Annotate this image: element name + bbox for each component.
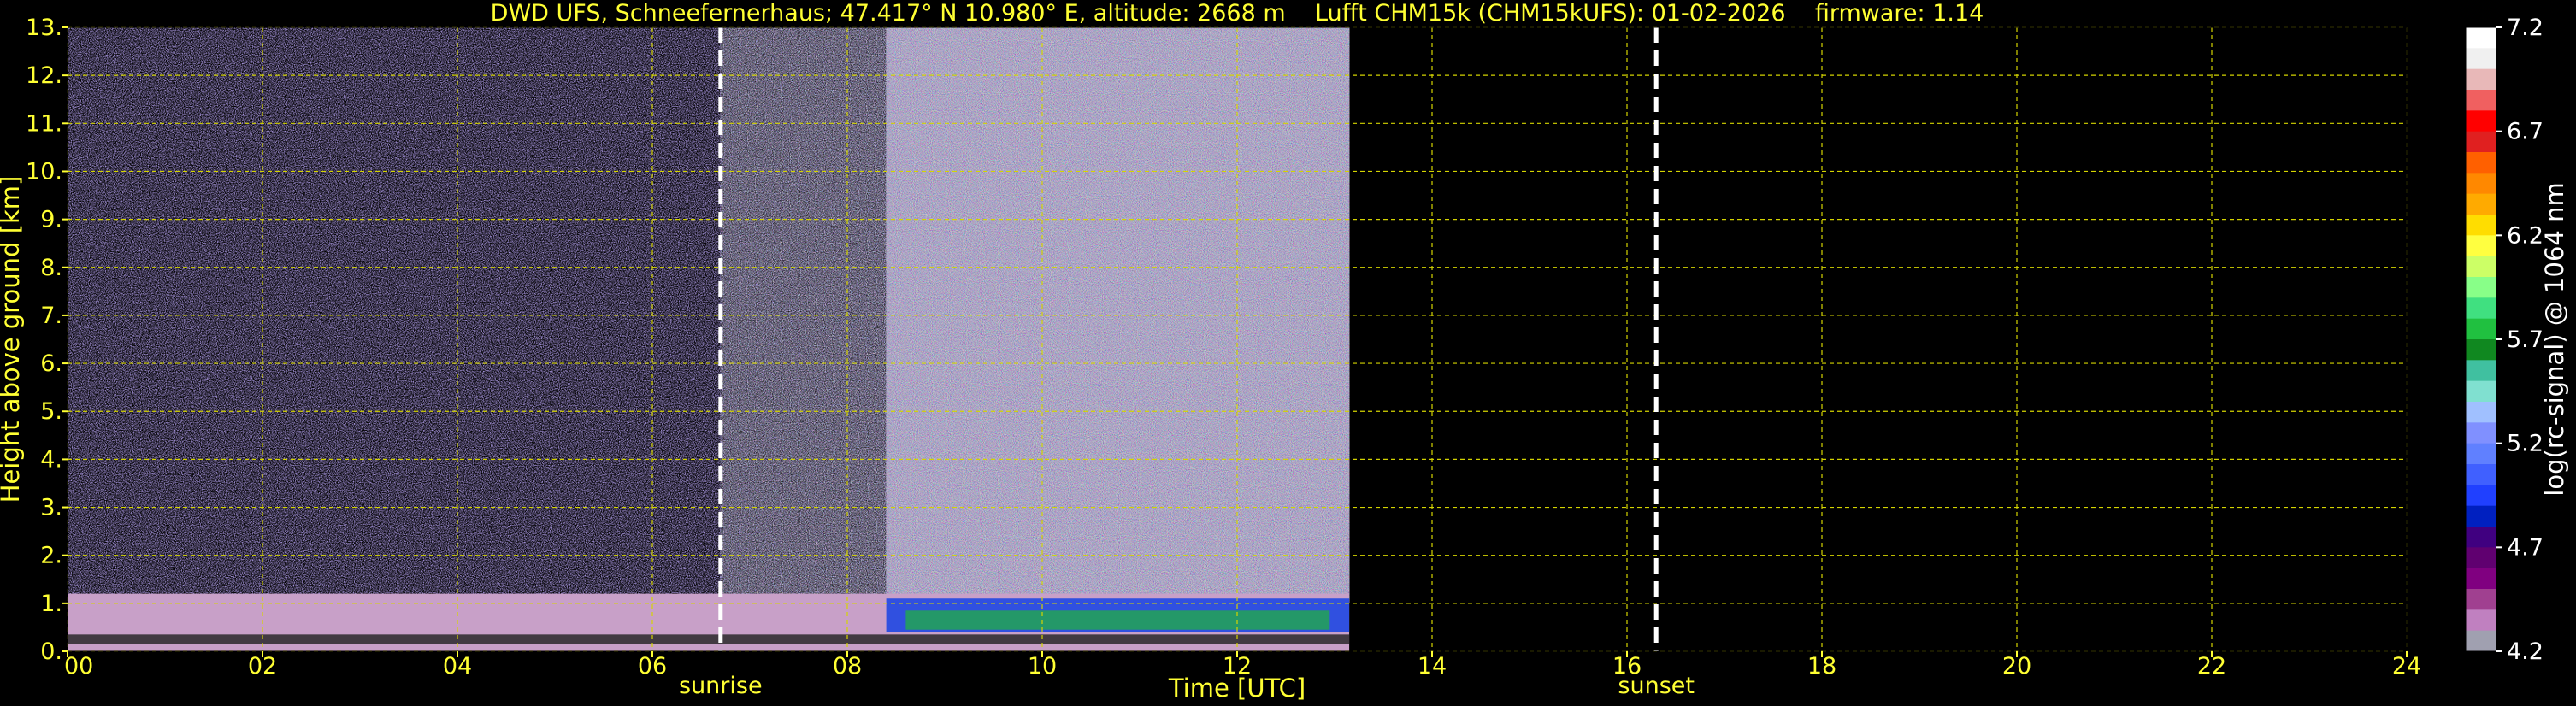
colorbar-segment xyxy=(2466,609,2496,632)
y-tick-label: 5. xyxy=(40,398,62,425)
y-axis-ticks: 0. 1. 2. 3. 4. 5. 6. 7. 8. 9. 10. 11. 12. 13. xyxy=(26,15,68,665)
colorbar-tick-label: 7.2 xyxy=(2507,15,2544,41)
y-tick-label: 1. xyxy=(40,591,62,617)
x-tick-label: 14 xyxy=(1418,653,1447,680)
colorbar-segment xyxy=(2466,402,2496,423)
chart-title: DWD UFS, Schneefernerhaus; 47.417° N 10.… xyxy=(491,0,1984,26)
x-tick-label: 18 xyxy=(1807,653,1836,680)
colorbar-tick-label: 6.7 xyxy=(2507,119,2544,145)
ceilometer-chart: sunrise sunset 00 02 04 06 08 10 12 14 16 18 20 22 24… xyxy=(0,0,2569,703)
ground-strip xyxy=(68,634,1350,644)
y-tick-label: 2. xyxy=(40,543,62,569)
colorbar-segment xyxy=(2466,110,2496,132)
colorbar-segment xyxy=(2466,193,2496,215)
x-tick-label: 16 xyxy=(1612,653,1642,680)
y-axis-label: Height above ground [km] xyxy=(0,176,25,503)
x-tick-label: 00 xyxy=(64,653,93,680)
y-tick-label: 8. xyxy=(40,255,62,281)
y-tick-label: 13. xyxy=(26,15,62,41)
colorbar-segment xyxy=(2466,380,2496,403)
colorbar-tick-label: 5.7 xyxy=(2507,327,2544,353)
colorbar-segment xyxy=(2466,339,2496,361)
colorbar-segment xyxy=(2466,443,2496,465)
colorbar-segment xyxy=(2466,589,2496,610)
x-tick-label: 22 xyxy=(2197,653,2226,680)
x-tick-label: 02 xyxy=(248,653,277,680)
colorbar-segment xyxy=(2466,68,2496,91)
colorbar-segment xyxy=(2466,48,2496,70)
y-tick-label: 3. xyxy=(40,495,62,521)
x-tick-label: 04 xyxy=(443,653,472,680)
colorbar-segment xyxy=(2466,173,2496,195)
x-axis-label: Time [UTC] xyxy=(1168,674,1306,703)
colorbar-segment xyxy=(2466,131,2496,153)
signal-regions xyxy=(68,27,1350,651)
colorbar-tick-label: 4.2 xyxy=(2507,638,2544,665)
colorbar-segment xyxy=(2466,568,2496,590)
colorbar-segment xyxy=(2466,485,2496,507)
aerosol-core xyxy=(905,610,1330,630)
colorbar-segment xyxy=(2466,235,2496,257)
colorbar-segment xyxy=(2466,505,2496,527)
colorbar-tick-label: 6.2 xyxy=(2507,222,2544,249)
colorbar-segment xyxy=(2466,360,2496,382)
colorbar-segment xyxy=(2466,297,2496,320)
colorbar-segment xyxy=(2466,630,2496,652)
y-tick-label: 12. xyxy=(26,62,62,89)
sunrise-label: sunrise xyxy=(679,673,763,699)
y-tick-label: 0. xyxy=(40,638,62,665)
y-tick-label: 6. xyxy=(40,350,62,377)
y-tick-label: 10. xyxy=(26,158,62,185)
colorbar-segment xyxy=(2466,256,2496,278)
y-tick-label: 4. xyxy=(40,446,62,473)
x-tick-label: 10 xyxy=(1028,653,1057,680)
x-tick-label: 06 xyxy=(638,653,667,680)
y-tick-label: 11. xyxy=(26,110,62,137)
y-tick-label: 9. xyxy=(40,207,62,233)
colorbar-segment xyxy=(2466,547,2496,569)
colorbar-segment xyxy=(2466,277,2496,298)
colorbar-segment xyxy=(2466,527,2496,548)
colorbar-tick-label: 5.2 xyxy=(2507,431,2544,457)
x-tick-label: 08 xyxy=(833,653,862,680)
colorbar-segment xyxy=(2466,464,2496,485)
colorbar-segment xyxy=(2466,215,2496,236)
y-tick-label: 7. xyxy=(40,303,62,329)
colorbar-label: log(rc-signal) @ 1064 nm xyxy=(2540,182,2569,496)
colorbar-segment xyxy=(2466,318,2496,340)
colorbar-segment xyxy=(2466,152,2496,174)
colorbar-segment xyxy=(2466,422,2496,444)
colorbar: 7.2 6.7 6.2 5.7 5.2 4.7 4.2 xyxy=(2465,15,2544,665)
x-tick-label: 20 xyxy=(2002,653,2031,680)
x-tick-label: 24 xyxy=(2392,653,2421,680)
colorbar-tick-label: 4.7 xyxy=(2507,534,2544,561)
colorbar-segment xyxy=(2466,27,2496,49)
colorbar-segment xyxy=(2466,90,2496,111)
